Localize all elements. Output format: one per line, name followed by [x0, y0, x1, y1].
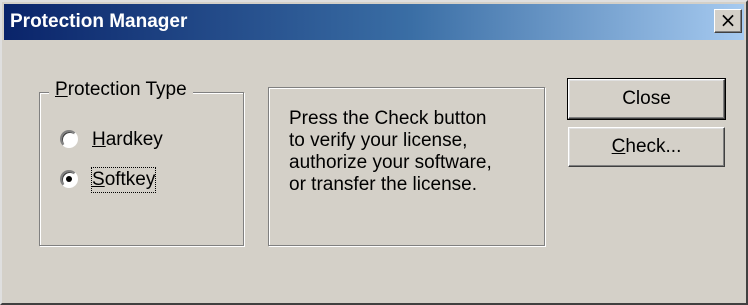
protection-type-legend: Protection Type	[49, 78, 193, 102]
radio-button-selected-icon[interactable]	[60, 170, 78, 188]
radio-button-icon[interactable]	[60, 130, 78, 148]
info-text: Press the Check button to verify your li…	[289, 108, 492, 195]
radio-hardkey-label[interactable]: Hardkey	[92, 128, 163, 152]
title-bar[interactable]: Protection Manager ×	[4, 4, 744, 40]
radio-softkey-label[interactable]: Softkey	[90, 167, 157, 193]
check-button[interactable]: Check...	[568, 127, 725, 167]
info-panel: Press the Check button to verify your li…	[268, 87, 545, 246]
close-button[interactable]: Close	[567, 78, 726, 120]
title-close-icon[interactable]: ×	[714, 9, 742, 33]
window-title: Protection Manager	[10, 11, 188, 32]
protection-manager-dialog: Protection Manager × Protection Type Har…	[0, 0, 748, 305]
